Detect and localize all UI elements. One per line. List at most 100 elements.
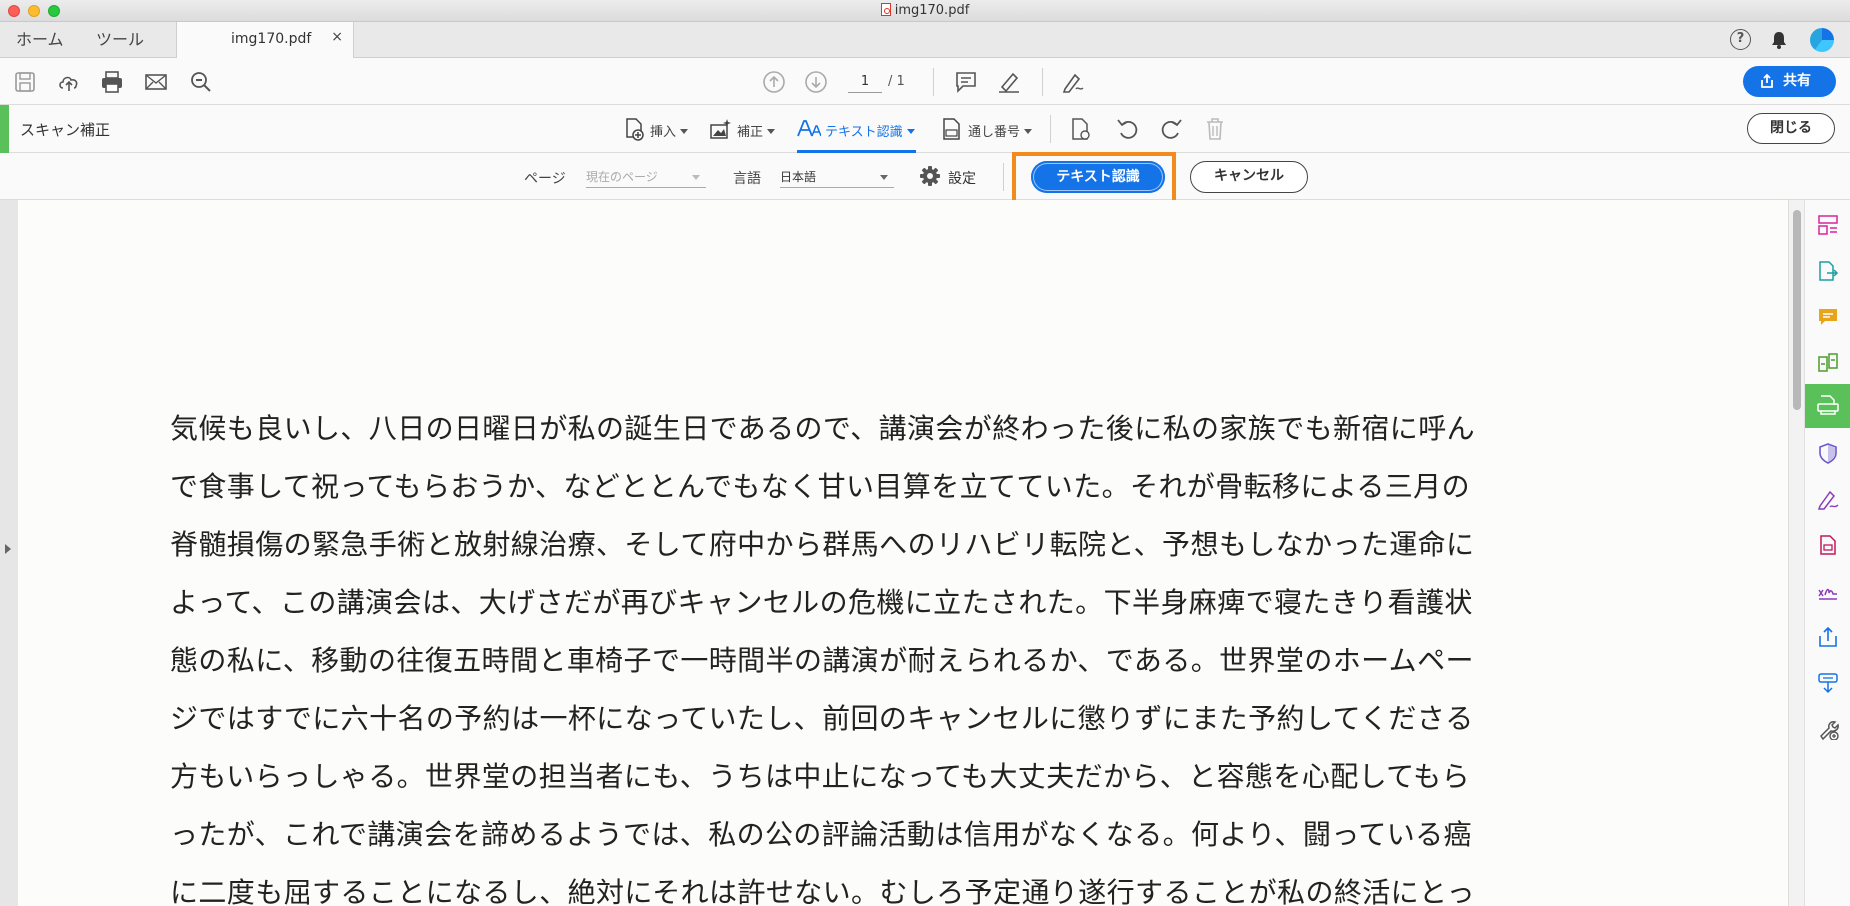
- pdf-file-icon: [880, 3, 891, 16]
- zoom-out-icon[interactable]: [188, 69, 214, 95]
- scrollbar-thumb[interactable]: [1793, 210, 1801, 410]
- text-line: 方もいらっしゃる。世界堂の担当者にも、うちは中止になっても大丈夫だから、と容態を…: [170, 760, 1470, 793]
- text-recognition-icon: [797, 120, 821, 137]
- insert-tool-label: 挿入: [650, 125, 677, 140]
- toolbar-divider: [1050, 115, 1051, 143]
- next-page-icon[interactable]: [803, 69, 829, 95]
- rail-compare[interactable]: [1805, 342, 1850, 384]
- window-title-text: img170.pdf: [894, 3, 970, 18]
- ocr-options-bar: ページ 現在のページ 言語 日本語 設定: [0, 153, 1850, 200]
- help-icon[interactable]: ?: [1730, 29, 1751, 50]
- right-tool-rail: [1804, 200, 1850, 906]
- rail-fill-sign[interactable]: [1805, 478, 1850, 520]
- wrench-icon: [1820, 721, 1839, 740]
- cloud-upload-icon[interactable]: [56, 69, 82, 95]
- print-icon[interactable]: [99, 69, 125, 95]
- text-line: 脊髄損傷の緊急手術と放射線治療、そして府中から群馬へのリハビリ転院と、予想もしな…: [170, 528, 1475, 561]
- page-text-block: 気候も良いし、八日の日曜日が私の誕生日であるので、講演会が終わった後に私の家族で…: [170, 414, 1610, 906]
- share-icon: [1819, 626, 1837, 647]
- rotate-right-icon[interactable]: [1158, 116, 1184, 142]
- scan-enhance-icon: [1817, 395, 1839, 415]
- email-icon[interactable]: [143, 69, 169, 95]
- language-option-label: 言語: [733, 171, 761, 187]
- settings-button[interactable]: 設定: [948, 168, 976, 188]
- bates-number-tool-label: 通し番号: [968, 125, 1021, 140]
- rail-more-tools[interactable]: [1805, 708, 1850, 750]
- text-line: で食事して祝ってもらおうか、などととんでもなく甘い目算を立てていた。それが骨転移…: [170, 470, 1470, 503]
- text-recognition-tool[interactable]: テキスト認識: [797, 105, 916, 153]
- text-recognition-tool-label: テキスト認識: [825, 125, 903, 140]
- text-line: に二度も屈することになるし、絶対にそれは許せない。むしろ予定通り遂行することが私…: [170, 876, 1476, 906]
- toolbar-divider: [933, 68, 934, 96]
- chevron-down-icon: [692, 175, 700, 180]
- share-button[interactable]: 共有: [1743, 66, 1836, 97]
- vertical-scrollbar[interactable]: [1788, 200, 1804, 906]
- bates-number-icon: [943, 118, 960, 140]
- tab-close-button[interactable]: ×: [331, 29, 343, 45]
- insert-page-icon: [626, 118, 644, 141]
- scan-tool-title: スキャン補正: [20, 121, 111, 139]
- scan-enhance-bar: スキャン補正 挿入 補正 テキスト認識 通し番号 閉じる: [0, 105, 1850, 153]
- document-area: 気候も良いし、八日の日曜日が私の誕生日であるので、講演会が終わった後に私の家族で…: [0, 200, 1790, 906]
- chevron-down-icon: [880, 175, 888, 180]
- text-line: 態の私に、移動の往復五時間と車椅子で一時間半の講演が耐えられるか、である。世界堂…: [170, 644, 1474, 677]
- organize-pages-icon: [1818, 215, 1838, 235]
- avatar[interactable]: [1810, 28, 1834, 52]
- rail-create-pdf[interactable]: [1805, 524, 1850, 566]
- sign-icon[interactable]: [1060, 69, 1086, 95]
- bell-icon[interactable]: [1768, 29, 1790, 51]
- page-number-input[interactable]: 1: [848, 71, 882, 93]
- window-title: img170.pdf: [0, 3, 1850, 18]
- bates-number-tool[interactable]: 通し番号: [940, 105, 1033, 153]
- text-line: よって、この講演会は、大げさだが再びキャンセルの危機に立たされた。下半身麻痺で寝…: [170, 586, 1473, 619]
- tab-tools[interactable]: ツール: [96, 22, 144, 58]
- shield-icon: [1819, 443, 1837, 464]
- rail-export-pdf[interactable]: [1805, 250, 1850, 292]
- export-pdf-icon: [1819, 261, 1839, 281]
- rail-send-for-signature[interactable]: [1805, 570, 1850, 612]
- compare-files-icon: [1818, 353, 1838, 372]
- enhance-tool[interactable]: 補正: [709, 105, 776, 153]
- toolbar-divider: [1042, 68, 1043, 96]
- insert-tool[interactable]: 挿入: [622, 105, 689, 153]
- highlight-pen-icon[interactable]: [996, 69, 1022, 95]
- comment-icon[interactable]: [953, 69, 979, 95]
- save-icon[interactable]: [12, 69, 38, 95]
- gear-icon[interactable]: [919, 165, 941, 187]
- tab-home[interactable]: ホーム: [16, 22, 64, 58]
- rail-send-track[interactable]: [1805, 662, 1850, 704]
- delete-icon[interactable]: [1202, 116, 1228, 142]
- share-button-label: 共有: [1783, 73, 1811, 89]
- page-range-select[interactable]: 現在のページ: [586, 166, 706, 188]
- page-edit-icon[interactable]: [1068, 116, 1094, 142]
- text-line: ジではすでに六十名の予約は一杯になっていたし、前回のキャンセルに懲りずにまた予約…: [170, 702, 1474, 735]
- scan-accent-strip: [0, 105, 9, 153]
- send-track-icon: [1818, 673, 1838, 694]
- tab-document-label: img170.pdf: [231, 31, 312, 47]
- rail-protect[interactable]: [1805, 432, 1850, 474]
- rail-organize-pages[interactable]: [1805, 204, 1850, 246]
- rail-scan-enhance[interactable]: [1805, 384, 1850, 428]
- page-range-value: 現在のページ: [586, 170, 658, 184]
- language-value: 日本語: [780, 170, 817, 184]
- tab-document[interactable]: img170.pdf ×: [176, 22, 354, 59]
- create-pdf-icon: [1820, 535, 1836, 555]
- previous-page-icon[interactable]: [761, 69, 787, 95]
- cancel-button[interactable]: キャンセル: [1190, 161, 1308, 193]
- recognize-text-button[interactable]: テキスト認識: [1031, 161, 1165, 193]
- enhance-icon: [710, 119, 731, 139]
- rotate-left-icon[interactable]: [1115, 116, 1141, 142]
- comment-icon: [1819, 309, 1837, 325]
- toolbar-divider: [1003, 163, 1004, 191]
- close-tool-button[interactable]: 閉じる: [1747, 113, 1835, 144]
- page-option-label: ページ: [524, 171, 566, 187]
- enhance-tool-label: 補正: [737, 125, 764, 140]
- rail-comment[interactable]: [1805, 296, 1850, 338]
- text-line: 気候も良いし、八日の日曜日が私の誕生日であるので、講演会が終わった後に私の家族で…: [170, 412, 1476, 445]
- expand-left-panel-icon[interactable]: [5, 544, 11, 554]
- page-total: / 1: [888, 74, 905, 89]
- rail-share[interactable]: [1805, 616, 1850, 658]
- fill-sign-icon: [1817, 490, 1839, 510]
- main-toolbar: 1 / 1 共有: [0, 58, 1850, 105]
- language-select[interactable]: 日本語: [780, 166, 894, 188]
